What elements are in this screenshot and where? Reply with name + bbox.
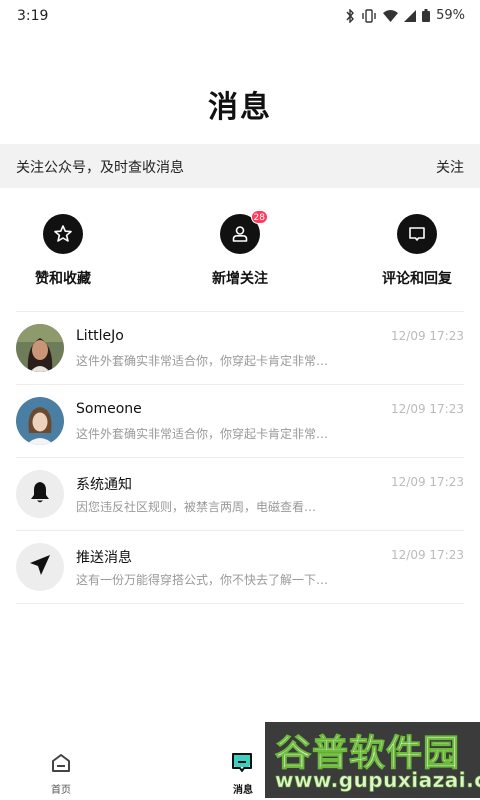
avatar (16, 397, 64, 445)
message-time: 12/09 17:23 (391, 548, 464, 562)
watermark-url: www.gupuxiazai.com (275, 768, 480, 793)
message-sender: 推送消息 (76, 550, 132, 566)
tab-messages[interactable]: 消息 (213, 752, 273, 796)
likes-and-favorites-label: 赞和收藏 (35, 271, 91, 287)
message-preview: 这有一份万能得穿搭公式，你不快去了解一下… (76, 573, 329, 587)
message-sender: Someone (76, 401, 142, 417)
comment-icon (397, 214, 437, 254)
tab-messages-label: 消息 (233, 785, 253, 796)
signal-icon (404, 9, 417, 22)
status-time: 3:19 (17, 8, 49, 24)
watermark-logo: 谷普软件园 www.gupuxiazai.com (265, 722, 480, 798)
message-preview: 这件外套确实非常适合你，你穿起卡肯定非常… (76, 354, 329, 368)
star-icon (43, 214, 83, 254)
vibrate-icon (361, 8, 377, 23)
message-icon (231, 753, 255, 778)
follow-banner-text: 关注公众号，及时查收消息 (16, 160, 184, 176)
message-time: 12/09 17:23 (391, 475, 464, 489)
status-bar: 3:19 59% (0, 0, 480, 34)
likes-and-favorites-button[interactable]: 赞和收藏 (8, 214, 118, 288)
message-preview: 因您违反社区规则，被禁言两周，电磁查看… (76, 500, 317, 514)
tab-home[interactable]: 首页 (31, 752, 91, 796)
comments-and-replies-label: 评论和回复 (382, 271, 452, 287)
avatar (16, 470, 64, 518)
home-icon (50, 754, 72, 778)
new-followers-badge: 28 (250, 210, 268, 224)
new-followers-label: 新增关注 (212, 271, 268, 287)
new-followers-button[interactable]: 28 新增关注 (185, 210, 295, 288)
message-time: 12/09 17:23 (391, 402, 464, 416)
message-time: 12/09 17:23 (391, 329, 464, 343)
message-row-littlejo[interactable]: LittleJo 这件外套确实非常适合你，你穿起卡肯定非常… 12/09 17:… (16, 312, 464, 385)
page-title: 消息 (208, 90, 272, 125)
bell-icon (29, 480, 51, 508)
message-sender: LittleJo (76, 328, 124, 344)
comments-and-replies-button[interactable]: 评论和回复 (362, 214, 472, 288)
message-list: LittleJo 这件外套确实非常适合你，你穿起卡肯定非常… 12/09 17:… (16, 311, 464, 604)
message-row-system-notice[interactable]: 系统通知 因您违反社区规则，被禁言两周，电磁查看… 12/09 17:23 (16, 458, 464, 531)
message-row-push[interactable]: 推送消息 这有一份万能得穿搭公式，你不快去了解一下… 12/09 17:23 (16, 531, 464, 604)
avatar (16, 543, 64, 591)
battery-icon (422, 9, 431, 22)
status-icons: 59% (345, 8, 465, 23)
wifi-icon (383, 9, 399, 22)
message-sender: 系统通知 (76, 477, 132, 493)
follow-button[interactable]: 关注 (436, 157, 464, 177)
shortcut-row: 赞和收藏 28 新增关注 评论和回复 (0, 210, 480, 294)
send-icon (29, 554, 51, 580)
message-row-someone[interactable]: Someone 这件外套确实非常适合你，你穿起卡肯定非常… 12/09 17:2… (16, 385, 464, 458)
avatar (16, 324, 64, 372)
battery-percent: 59% (436, 8, 465, 23)
follow-banner: 关注公众号，及时查收消息 关注 (0, 144, 480, 188)
person-icon: 28 (220, 210, 268, 254)
tab-home-label: 首页 (51, 785, 71, 796)
bluetooth-icon (345, 8, 355, 23)
message-preview: 这件外套确实非常适合你，你穿起卡肯定非常… (76, 427, 329, 441)
